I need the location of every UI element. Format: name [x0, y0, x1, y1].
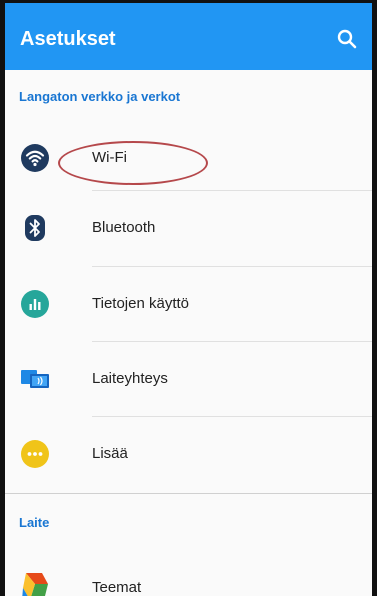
settings-item-data-usage[interactable]: Tietojen käyttö [5, 266, 372, 336]
settings-item-bluetooth[interactable]: Bluetooth [5, 190, 372, 260]
section-header-wireless: Langaton verkko ja verkot [19, 89, 181, 104]
annotation-ellipse [58, 141, 208, 185]
settings-item-label: Tietojen käyttö [92, 295, 189, 312]
app-bar: Asetukset [5, 3, 372, 70]
data-usage-icon [20, 289, 50, 319]
more-icon [20, 439, 50, 469]
settings-item-more[interactable]: Lisää [5, 416, 372, 486]
settings-item-label: Laiteyhteys [92, 370, 168, 387]
section-divider [5, 493, 372, 494]
bluetooth-icon [20, 213, 50, 243]
settings-item-label: Lisää [92, 445, 128, 462]
settings-item-label: Bluetooth [92, 219, 156, 236]
section-header-device: Laite [19, 515, 50, 530]
wifi-icon [20, 143, 50, 173]
device-connection-icon [20, 364, 50, 394]
settings-item-themes[interactable]: Teemat [5, 548, 372, 596]
search-icon[interactable] [336, 28, 358, 50]
settings-item-label: Teemat [92, 579, 142, 596]
settings-screen: Asetukset Langaton verkko ja verkot Wi-F… [0, 0, 377, 596]
settings-item-device-connection[interactable]: Laiteyhteys [5, 341, 372, 411]
themes-icon [20, 570, 50, 596]
page-title: Asetukset [20, 28, 116, 50]
